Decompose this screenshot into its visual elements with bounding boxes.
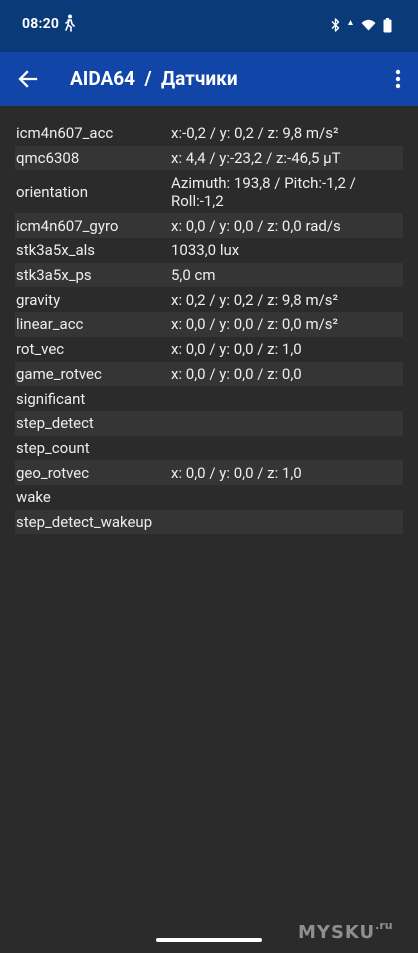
sensor-row: rot_vec x: 0,0 / y: 0,0 / z: 1,0 <box>15 337 403 362</box>
sensor-value: x: 0,0 / y: 0,0 / z: 0,0 m/s² <box>171 315 339 334</box>
signal-icon <box>347 19 354 31</box>
sensor-name: geo_rotvec <box>16 463 90 482</box>
sensor-name: linear_acc <box>16 315 84 334</box>
sensor-name: step_count <box>16 438 90 457</box>
sensor-value: x: 4,4 / y:-23,2 / z:-46,5 µT <box>171 149 341 168</box>
sensor-value: 1033,0 lux <box>171 241 240 260</box>
sensor-row: significant <box>15 386 403 411</box>
sensor-row: orientation Azimuth: 193,8 / Pitch:-1,2 … <box>15 170 403 213</box>
sensor-row: qmc6308 x: 4,4 / y:-23,2 / z:-46,5 µT <box>15 145 403 171</box>
sensor-name: step_detect_wakeup <box>16 512 153 531</box>
sensor-row: linear_acc x: 0,0 / y: 0,0 / z: 0,0 m/s² <box>15 312 403 337</box>
watermark-logo: MYSKU.ru <box>298 919 393 943</box>
sensor-value: x: 0,0 / y: 0,0 / z: 0,0 <box>171 364 302 383</box>
sensor-value: x: 0,0 / y: 0,0 / z: 1,0 <box>171 463 302 482</box>
sensor-row: icm4n607_gyro x: 0,0 / y: 0,0 / z: 0,0 r… <box>15 213 403 239</box>
sensor-value: x: 0,0 / y: 0,0 / z: 1,0 <box>171 340 302 359</box>
sensor-name: icm4n607_gyro <box>16 216 119 235</box>
sensor-row: stk3a5x_ps 5,0 cm <box>15 262 403 288</box>
sensor-value: Azimuth: 193,8 / Pitch:-1,2 / Roll:-1,2 <box>171 173 356 210</box>
watermark-suffix: .ru <box>375 919 393 932</box>
sensor-name: significant <box>16 389 86 408</box>
sensor-row: step_count <box>15 436 403 461</box>
sensor-name: wake <box>16 488 51 507</box>
sensor-value: x: 0,2 / y: 0,2 / z: 9,8 m/s² <box>171 290 339 309</box>
app-bar: AIDA64 / Датчики <box>0 52 418 106</box>
gesture-handle[interactable] <box>156 938 262 942</box>
page-title: AIDA64 / Датчики <box>70 67 238 90</box>
sensor-name: qmc6308 <box>16 149 80 168</box>
sensor-list: icm4n607_acc x:-0,2 / y: 0,2 / z: 9,8 m/… <box>15 121 403 535</box>
sensor-name: game_rotvec <box>16 364 102 383</box>
status-time: 08:20 <box>22 16 60 32</box>
sensor-name: gravity <box>16 290 61 309</box>
sensor-name: rot_vec <box>16 340 65 359</box>
sensor-row: icm4n607_acc x:-0,2 / y: 0,2 / z: 9,8 m/… <box>15 121 403 146</box>
sensor-row: stk3a5x_als 1033,0 lux <box>15 238 403 263</box>
sensor-row: wake <box>15 485 403 510</box>
sensor-name: icm4n607_acc <box>16 124 114 143</box>
wifi-icon <box>361 19 376 31</box>
walk-icon <box>63 14 75 32</box>
sensor-value: 5,0 cm <box>171 266 216 285</box>
back-arrow-icon[interactable] <box>16 67 40 91</box>
sensor-row: game_rotvec x: 0,0 / y: 0,0 / z: 0,0 <box>15 361 403 387</box>
sensor-name: orientation <box>16 182 88 201</box>
more-vert-icon[interactable] <box>394 67 402 91</box>
sensor-name: step_detect <box>16 414 94 433</box>
sensor-row: gravity x: 0,2 / y: 0,2 / z: 9,8 m/s² <box>15 287 403 312</box>
sensor-value: x:-0,2 / y: 0,2 / z: 9,8 m/s² <box>171 124 339 143</box>
sensor-value: x: 0,0 / y: 0,0 / z: 0,0 rad/s <box>171 216 341 235</box>
battery-icon <box>383 17 392 33</box>
sensor-row: geo_rotvec x: 0,0 / y: 0,0 / z: 1,0 <box>15 460 403 485</box>
sensor-row: step_detect_wakeup <box>15 509 403 535</box>
watermark-text: MYSKU <box>298 922 376 943</box>
sensor-row: step_detect <box>15 410 403 436</box>
sensor-name: stk3a5x_als <box>16 241 96 260</box>
sensor-name: stk3a5x_ps <box>16 266 92 285</box>
status-bar: 08:20 <box>0 0 418 52</box>
bluetooth-icon <box>331 18 340 32</box>
